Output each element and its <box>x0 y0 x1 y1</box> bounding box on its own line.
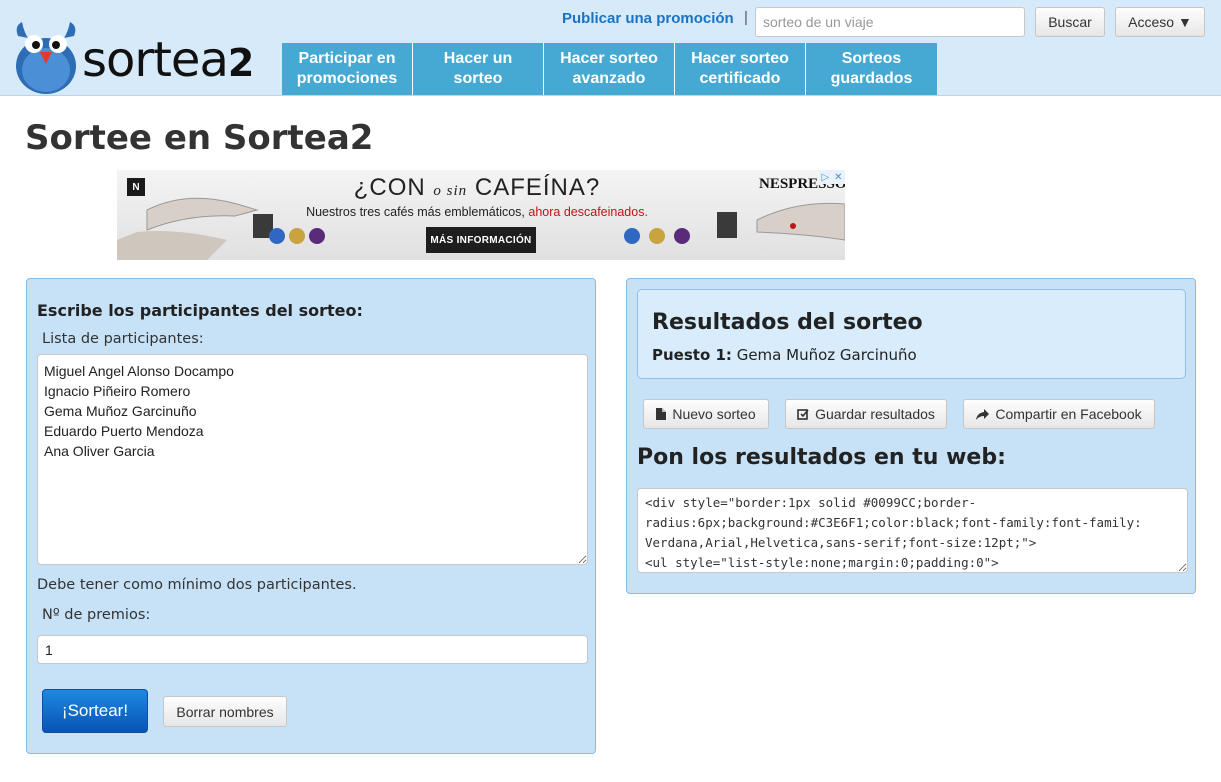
adchoices-icon[interactable]: ▷ <box>821 172 829 183</box>
access-dropdown-button[interactable]: Acceso ▼ <box>1115 7 1205 37</box>
nav-hacer-sorteo[interactable]: Hacer un sorteo <box>413 43 544 95</box>
close-icon[interactable]: ✕ <box>834 172 842 183</box>
participants-panel: Escribe los participantes del sorteo: Li… <box>26 278 596 754</box>
clear-names-button[interactable]: Borrar nombres <box>163 696 287 727</box>
share-arrow-icon <box>976 408 990 420</box>
header-separator: | <box>744 9 748 26</box>
results-title: Resultados del sorteo <box>652 310 923 335</box>
save-results-button[interactable]: Guardar resultados <box>785 399 947 429</box>
embed-title: Pon los resultados en tu web: <box>637 445 1006 470</box>
results-panel: Resultados del sorteo Puesto 1: Gema Muñ… <box>626 278 1196 594</box>
nav-sorteo-avanzado[interactable]: Hacer sorteo avanzado <box>544 43 675 95</box>
draw-button[interactable]: ¡Sortear! <box>42 689 148 733</box>
results-box: Resultados del sorteo Puesto 1: Gema Muñ… <box>637 289 1186 379</box>
embed-code-textarea[interactable]: <div style="border:1px solid #0099CC;bor… <box>637 488 1188 573</box>
nav-sorteo-certificado[interactable]: Hacer sorteo certificado <box>675 43 806 95</box>
site-logo[interactable]: sortea2 <box>10 14 270 96</box>
ad-banner[interactable]: N ¿CON o sin CAFEÍNA? Nuestros tres café… <box>117 170 845 260</box>
ad-more-info-button[interactable]: MÁS INFORMACIÓN <box>426 227 536 253</box>
search-input[interactable] <box>755 7 1025 37</box>
prizes-label: Nº de premios: <box>42 607 151 623</box>
nav-sorteos-guardados[interactable]: Sorteos guardados <box>806 43 937 95</box>
bird-mascot-icon <box>16 22 76 94</box>
publish-promotion-link[interactable]: Publicar una promoción <box>562 10 734 27</box>
main-nav: Participar en promociones Hacer un sorte… <box>282 43 937 95</box>
page-title: Sortee en Sortea2 <box>25 118 374 158</box>
site-header: sortea2 Publicar una promoción | Buscar … <box>0 0 1221 96</box>
participants-heading: Escribe los participantes del sorteo: <box>37 301 363 320</box>
minimum-participants-hint: Debe tener como mínimo dos participantes… <box>37 577 357 593</box>
logo-wordmark: sortea2 <box>82 32 254 88</box>
edit-checkbox-icon <box>797 409 809 420</box>
ad-headline: ¿CON o sin CAFEÍNA? <box>353 174 601 201</box>
ad-choices-close[interactable]: ▷ ✕ <box>819 170 845 184</box>
search-button[interactable]: Buscar <box>1035 7 1105 37</box>
ad-brand-badge: N <box>127 178 145 196</box>
nav-participar[interactable]: Participar en promociones <box>282 43 413 95</box>
winner-line: Puesto 1: Gema Muñoz Garcinuño <box>652 346 917 364</box>
prizes-input[interactable] <box>37 635 588 664</box>
ad-subtext: Nuestros tres cafés más emblemáticos, ah… <box>306 205 648 219</box>
document-icon <box>656 408 667 420</box>
new-draw-button[interactable]: Nuevo sorteo <box>643 399 769 429</box>
participants-textarea[interactable]: Miguel Angel Alonso Docampo Ignacio Piñe… <box>37 354 588 565</box>
share-facebook-button[interactable]: Compartir en Facebook <box>963 399 1155 429</box>
participants-list-label: Lista de participantes: <box>42 331 204 347</box>
